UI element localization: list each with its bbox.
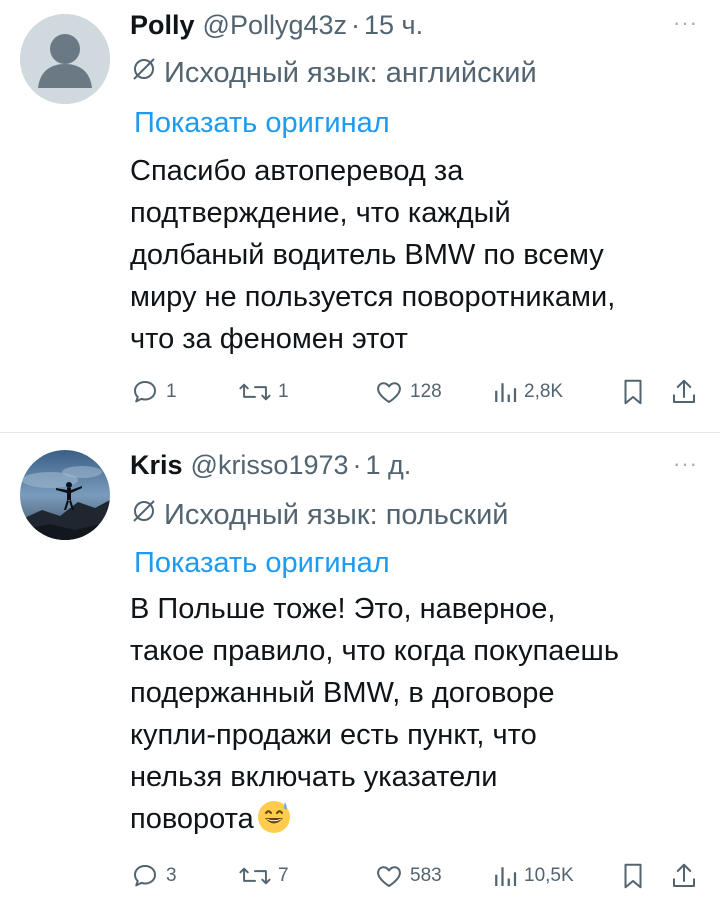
author-name[interactable]: Kris xyxy=(130,450,183,481)
reply-icon xyxy=(134,381,156,403)
translation-notice: Исходный язык: английский xyxy=(130,55,537,91)
tweet-polly[interactable]: Polly @Pollyg43z · 15 ч. ··· Исходный яз… xyxy=(0,0,720,432)
retweet-button[interactable]: 7 xyxy=(238,856,289,896)
grinning-face-with-sweat-icon xyxy=(257,801,290,833)
reply-button[interactable]: 1 xyxy=(130,372,177,412)
tweet-kris[interactable]: Kris @krisso1973 · 1 д. ··· Исходный язы… xyxy=(0,433,720,899)
tweet-header: Polly @Pollyg43z · 15 ч. xyxy=(130,10,423,46)
silhouette-photo-avatar-icon xyxy=(20,450,110,540)
reply-button[interactable]: 3 xyxy=(130,856,177,896)
show-original-link[interactable]: Показать оригинал xyxy=(134,107,390,140)
views-count: 10,5K xyxy=(524,865,574,886)
translate-globe-icon xyxy=(130,497,158,533)
tweet-text-content: В Польше тоже! Это, наверное, такое прав… xyxy=(130,593,619,835)
show-original-link[interactable]: Показать оригинал xyxy=(134,547,390,580)
separator-dot: · xyxy=(352,450,362,480)
more-options-icon[interactable]: ··· xyxy=(673,451,698,477)
like-count: 128 xyxy=(410,381,442,402)
avatar[interactable] xyxy=(20,450,110,540)
heart-icon xyxy=(377,382,401,403)
analytics-bars-icon xyxy=(495,867,517,886)
retweet-icon xyxy=(239,867,271,885)
translation-language-label: Исходный язык: польский xyxy=(164,498,509,531)
share-button[interactable] xyxy=(670,372,698,412)
bookmark-icon xyxy=(624,379,642,405)
tweet-actions: 3 7 583 10,5K xyxy=(130,856,710,896)
share-button[interactable] xyxy=(670,856,698,896)
timestamp[interactable]: 1 д. xyxy=(366,450,412,481)
heart-icon xyxy=(377,866,401,887)
share-icon xyxy=(673,863,695,887)
bookmark-icon xyxy=(624,863,642,889)
separator-dot: · xyxy=(351,10,361,40)
default-avatar-icon xyxy=(20,14,110,104)
reply-count: 3 xyxy=(166,865,177,886)
retweet-icon xyxy=(239,383,271,401)
reply-count: 1 xyxy=(166,381,177,402)
tweet-header: Kris @krisso1973 · 1 д. xyxy=(130,450,411,486)
analytics-bars-icon xyxy=(495,383,517,402)
author-handle[interactable]: @Pollyg43z xyxy=(203,10,347,41)
like-button[interactable]: 583 xyxy=(374,856,442,896)
retweet-count: 7 xyxy=(278,865,289,886)
author-name[interactable]: Polly xyxy=(130,10,195,41)
retweet-button[interactable]: 1 xyxy=(238,372,289,412)
tweet-actions: 1 1 128 2,8K xyxy=(130,372,710,412)
retweet-count: 1 xyxy=(278,381,289,402)
author-handle[interactable]: @krisso1973 xyxy=(191,450,349,481)
tweet-text: Спасибо автоперевод за подтверждение, чт… xyxy=(130,155,616,355)
translation-notice: Исходный язык: польский xyxy=(130,497,509,533)
views-button[interactable]: 10,5K xyxy=(492,856,574,896)
timestamp[interactable]: 15 ч. xyxy=(364,10,423,41)
bookmark-button[interactable] xyxy=(620,856,646,896)
like-button[interactable]: 128 xyxy=(374,372,442,412)
bookmark-button[interactable] xyxy=(620,372,646,412)
translation-language-label: Исходный язык: английский xyxy=(164,56,537,89)
views-count: 2,8K xyxy=(524,381,564,402)
avatar[interactable] xyxy=(20,14,110,104)
share-icon xyxy=(673,379,695,403)
more-options-icon[interactable]: ··· xyxy=(673,10,698,36)
tweet-text: В Польше тоже! Это, наверное, такое прав… xyxy=(130,588,710,840)
like-count: 583 xyxy=(410,865,442,886)
translate-globe-icon xyxy=(130,55,158,91)
views-button[interactable]: 2,8K xyxy=(492,372,563,412)
reply-icon xyxy=(134,865,156,887)
